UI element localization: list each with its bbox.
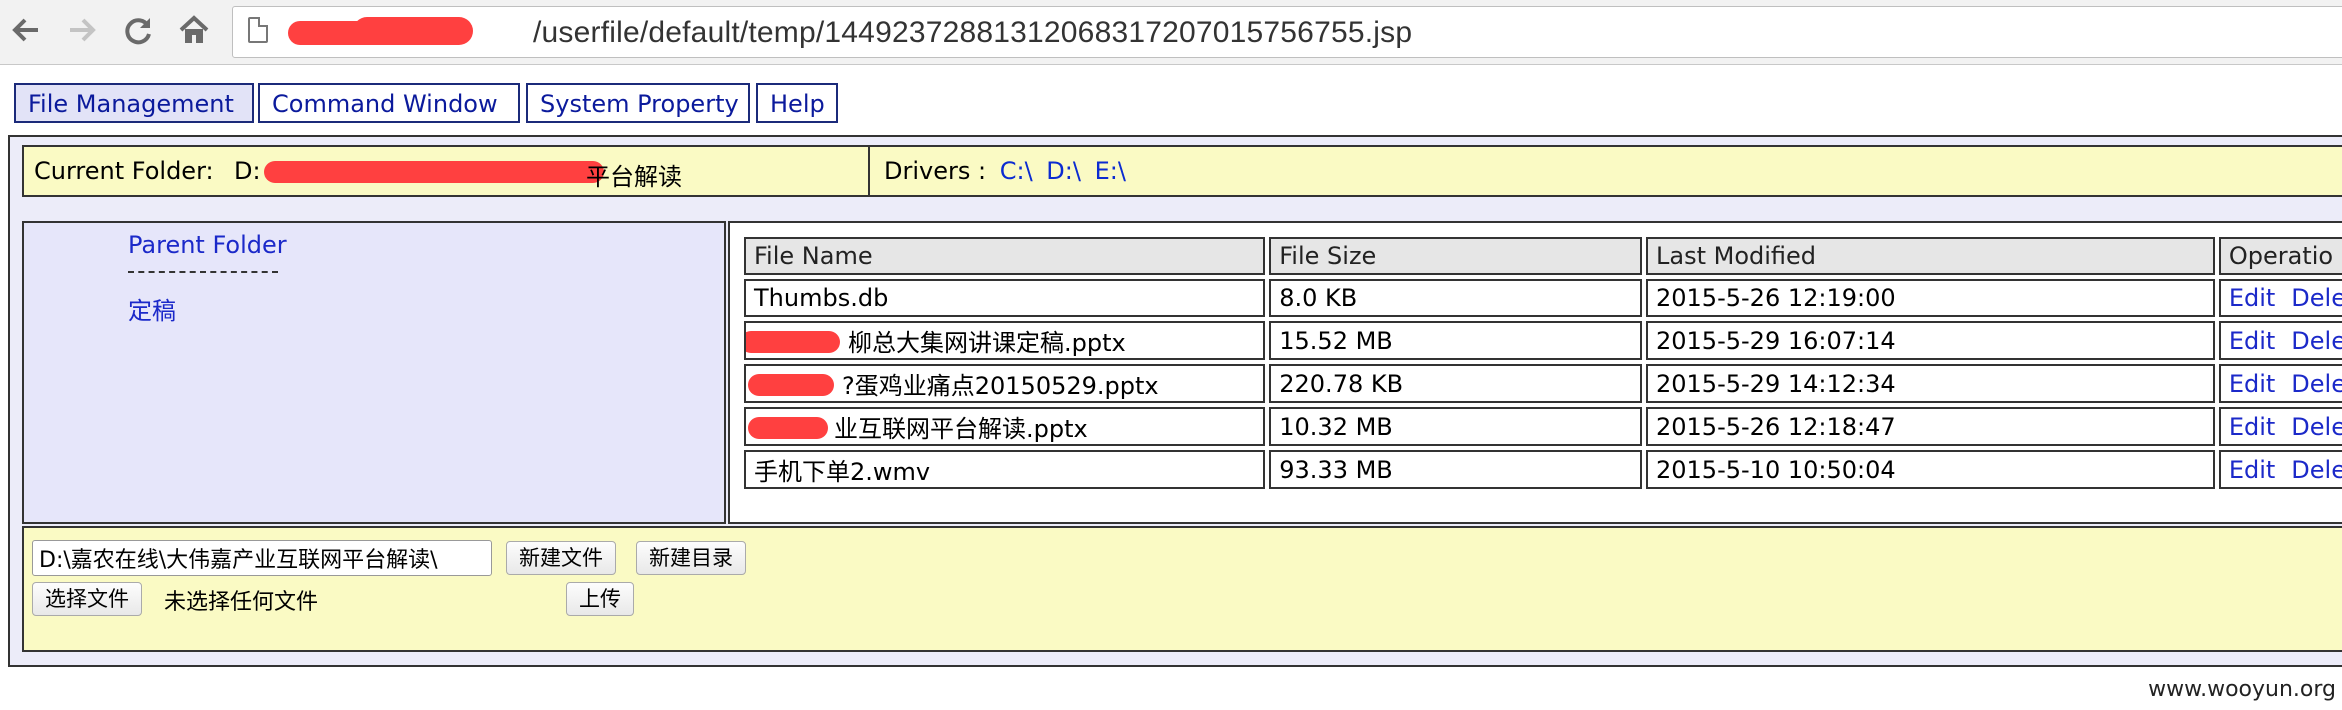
arrow-right-icon (70, 18, 96, 42)
file-name-text: 柳总大集网讲课定稿.pptx (848, 329, 1126, 357)
table-row: 柳总大集网讲课定稿.pptx 15.52 MB 2015-5-29 16:07:… (744, 321, 2342, 360)
current-folder-bar: Current Folder: D: 平台解读 Drivers : C:\ D:… (22, 145, 2342, 197)
edit-link[interactable]: Edit (2229, 456, 2275, 484)
file-manager-panel: Current Folder: D: 平台解读 Drivers : C:\ D:… (8, 135, 2342, 667)
table-row: Thumbs.db 8.0 KB 2015-5-26 12:19:00 Edit… (744, 279, 2342, 317)
file-name-text: ?蛋鸡业痛点20150529.pptx (842, 372, 1159, 400)
drivers-box: Drivers : C:\ D:\ E:\ (884, 157, 1126, 185)
operation-cell: Edit Dele (2218, 279, 2342, 317)
file-size-cell: 15.52 MB (1269, 321, 1642, 360)
menu-system-property[interactable]: System Property (526, 83, 750, 123)
file-name-cell[interactable]: ?蛋鸡业痛点20150529.pptx (744, 364, 1266, 403)
header-operation: Operatio (2218, 237, 2342, 275)
operation-cell: Edit Dele (2218, 321, 2342, 360)
page-icon (248, 17, 268, 43)
file-name-cell[interactable]: 手机下单2.wmv (744, 450, 1266, 489)
watermark: www.wooyun.org (2148, 677, 2336, 702)
file-list-pane: File Name File Size Last Modified Operat… (728, 221, 2342, 524)
header-file-size: File Size (1269, 237, 1642, 275)
last-modified-cell: 2015-5-10 10:50:04 (1646, 450, 2215, 489)
file-name-text: 业互联网平台解读.pptx (834, 415, 1088, 443)
file-table: File Name File Size Last Modified Operat… (740, 233, 2342, 493)
redaction-mark (353, 17, 473, 45)
home-button[interactable] (176, 12, 212, 48)
current-folder-suffix: 平台解读 (586, 163, 682, 191)
choose-file-button[interactable]: 选择文件 (32, 582, 142, 616)
menu-help[interactable]: Help (756, 83, 838, 123)
file-size-cell: 93.33 MB (1269, 450, 1642, 489)
current-folder-label: Current Folder: (34, 157, 214, 185)
edit-link[interactable]: Edit (2229, 327, 2275, 355)
reload-icon (125, 18, 151, 45)
action-bar: 新建文件 新建目录 选择文件 未选择任何文件 上传 (22, 526, 2342, 652)
redaction-mark (264, 161, 604, 183)
last-modified-cell: 2015-5-29 16:07:14 (1646, 321, 2215, 360)
divider (868, 147, 870, 195)
arrow-left-icon (12, 18, 38, 42)
last-modified-cell: 2015-5-26 12:18:47 (1646, 407, 2215, 446)
folder-link[interactable]: 定稿 (128, 291, 176, 326)
operation-cell: Edit Dele (2218, 407, 2342, 446)
operation-cell: Edit Dele (2218, 450, 2342, 489)
new-directory-button[interactable]: 新建目录 (636, 541, 746, 575)
drive-e-link[interactable]: E:\ (1095, 157, 1126, 185)
file-name-cell[interactable]: 业互联网平台解读.pptx (744, 407, 1266, 446)
delete-link[interactable]: Dele (2291, 413, 2342, 441)
last-modified-cell: 2015-5-26 12:19:00 (1646, 279, 2215, 317)
no-file-selected-text: 未选择任何文件 (164, 590, 319, 615)
table-header-row: File Name File Size Last Modified Operat… (744, 237, 2342, 275)
last-modified-cell: 2015-5-29 14:12:34 (1646, 364, 2215, 403)
table-row: 业互联网平台解读.pptx 10.32 MB 2015-5-26 12:18:4… (744, 407, 2342, 446)
file-name-cell[interactable]: Thumbs.db (744, 279, 1266, 317)
delete-link[interactable]: Dele (2291, 284, 2342, 312)
path-input[interactable] (32, 540, 492, 576)
menu-file-management[interactable]: File Management (14, 83, 254, 123)
delete-link[interactable]: Dele (2291, 327, 2342, 355)
table-row: 手机下单2.wmv 93.33 MB 2015-5-10 10:50:04 Ed… (744, 450, 2342, 489)
folder-tree-pane: Parent Folder 定稿 (22, 221, 726, 524)
home-icon (179, 15, 209, 43)
table-row: ?蛋鸡业痛点20150529.pptx 220.78 KB 2015-5-29 … (744, 364, 2342, 403)
current-folder-prefix: D: (234, 157, 261, 185)
url-text: /userfile/default/temp/14492372881312068… (533, 16, 1413, 49)
operation-cell: Edit Dele (2218, 364, 2342, 403)
browser-toolbar: /userfile/default/temp/14492372881312068… (0, 0, 2342, 65)
upload-button[interactable]: 上传 (566, 582, 634, 616)
drivers-label: Drivers : (884, 157, 987, 185)
file-size-cell: 8.0 KB (1269, 279, 1642, 317)
address-bar[interactable]: /userfile/default/temp/14492372881312068… (232, 6, 2342, 58)
delete-link[interactable]: Dele (2291, 456, 2342, 484)
edit-link[interactable]: Edit (2229, 284, 2275, 312)
menu-command-window[interactable]: Command Window (258, 83, 520, 123)
file-name-cell[interactable]: 柳总大集网讲课定稿.pptx (744, 321, 1266, 360)
reload-button[interactable] (120, 12, 156, 48)
dashed-divider (128, 271, 278, 273)
file-size-cell: 10.32 MB (1269, 407, 1642, 446)
edit-link[interactable]: Edit (2229, 413, 2275, 441)
drive-c-link[interactable]: C:\ (1000, 157, 1033, 185)
edit-link[interactable]: Edit (2229, 370, 2275, 398)
redaction-mark (748, 417, 828, 439)
redaction-mark (748, 374, 834, 396)
back-button[interactable] (8, 12, 44, 48)
drive-d-link[interactable]: D:\ (1046, 157, 1081, 185)
webshell-app: File Management Command Window System Pr… (0, 65, 2342, 667)
file-size-cell: 220.78 KB (1269, 364, 1642, 403)
forward-button[interactable] (64, 12, 100, 48)
new-file-button[interactable]: 新建文件 (506, 541, 616, 575)
parent-folder-link[interactable]: Parent Folder (128, 231, 287, 259)
header-file-name: File Name (744, 237, 1266, 275)
delete-link[interactable]: Dele (2291, 370, 2342, 398)
header-last-modified: Last Modified (1646, 237, 2215, 275)
redaction-mark (746, 331, 840, 353)
